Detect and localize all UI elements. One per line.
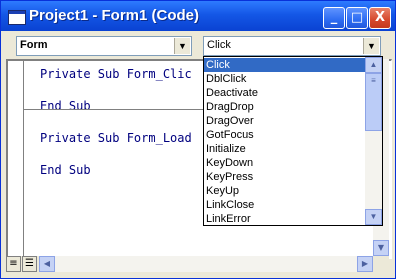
code-window-icon[interactable] xyxy=(8,10,26,25)
dropdown-scrollbar[interactable]: ▲ ≡ ▼ xyxy=(365,57,382,225)
dropdown-item-keydown[interactable]: KeyDown xyxy=(204,156,366,170)
dropdown-item-keypress[interactable]: KeyPress xyxy=(204,170,366,184)
code-line[interactable]: Private Sub Form_Clic xyxy=(40,67,192,81)
dropdown-item-keyup[interactable]: KeyUp xyxy=(204,184,366,198)
title-bar[interactable]: Project1 - Form1 (Code) _ □ X xyxy=(1,1,395,31)
object-combo-value: Form xyxy=(20,39,48,51)
maximize-icon: □ xyxy=(350,10,364,25)
dropdown-item-gotfocus[interactable]: GotFocus xyxy=(204,128,366,142)
maximize-button[interactable]: □ xyxy=(346,7,368,29)
dropdown-item-linkerror[interactable]: LinkError xyxy=(204,212,366,225)
procedure-view-icon[interactable]: ≡ xyxy=(6,256,21,272)
horizontal-scrollbar[interactable]: ◀ ▶ xyxy=(39,256,373,272)
code-line[interactable]: End Sub xyxy=(40,163,91,177)
chevron-down-icon[interactable]: ▼ xyxy=(174,38,190,54)
dropdown-item-dblclick[interactable]: DblClick xyxy=(204,72,366,86)
close-button[interactable]: X xyxy=(369,7,391,29)
procedure-combo[interactable]: Click ▼ xyxy=(203,36,381,56)
procedure-dropdown-list[interactable]: Click DblClick Deactivate DragDrop DragO… xyxy=(203,56,383,226)
object-combo[interactable]: Form ▼ xyxy=(16,36,192,56)
code-line[interactable]: End Sub xyxy=(40,99,91,113)
scroll-thumb[interactable]: ≡ xyxy=(365,73,382,131)
margin-indicator-bar[interactable] xyxy=(8,61,24,258)
procedure-combo-value: Click xyxy=(207,39,231,51)
dropdown-item-linkclose[interactable]: LinkClose xyxy=(204,198,366,212)
dropdown-item-initialize[interactable]: Initialize xyxy=(204,142,366,156)
code-line[interactable]: Private Sub Form_Load xyxy=(40,131,192,145)
minimize-icon: _ xyxy=(330,10,338,25)
dropdown-item-dragover[interactable]: DragOver xyxy=(204,114,366,128)
chevron-down-icon[interactable]: ▼ xyxy=(363,38,379,54)
scroll-right-icon[interactable]: ▶ xyxy=(357,256,373,272)
dropdown-item-deactivate[interactable]: Deactivate xyxy=(204,86,366,100)
close-icon: X xyxy=(374,10,386,25)
dropdown-item-click[interactable]: Click xyxy=(204,58,366,72)
scroll-left-icon[interactable]: ◀ xyxy=(39,256,55,272)
full-module-view-icon[interactable]: ☰ xyxy=(22,256,37,272)
scroll-up-icon[interactable]: ▲ xyxy=(365,57,382,73)
window-title: Project1 - Form1 (Code) xyxy=(29,7,200,24)
scroll-down-icon[interactable]: ▼ xyxy=(373,240,389,256)
minimize-button[interactable]: _ xyxy=(323,7,345,29)
bottom-bar: ≡ ☰ ◀ ▶ xyxy=(6,256,389,272)
scroll-down-icon[interactable]: ▼ xyxy=(365,209,382,225)
dropdown-item-dragdrop[interactable]: DragDrop xyxy=(204,100,366,114)
